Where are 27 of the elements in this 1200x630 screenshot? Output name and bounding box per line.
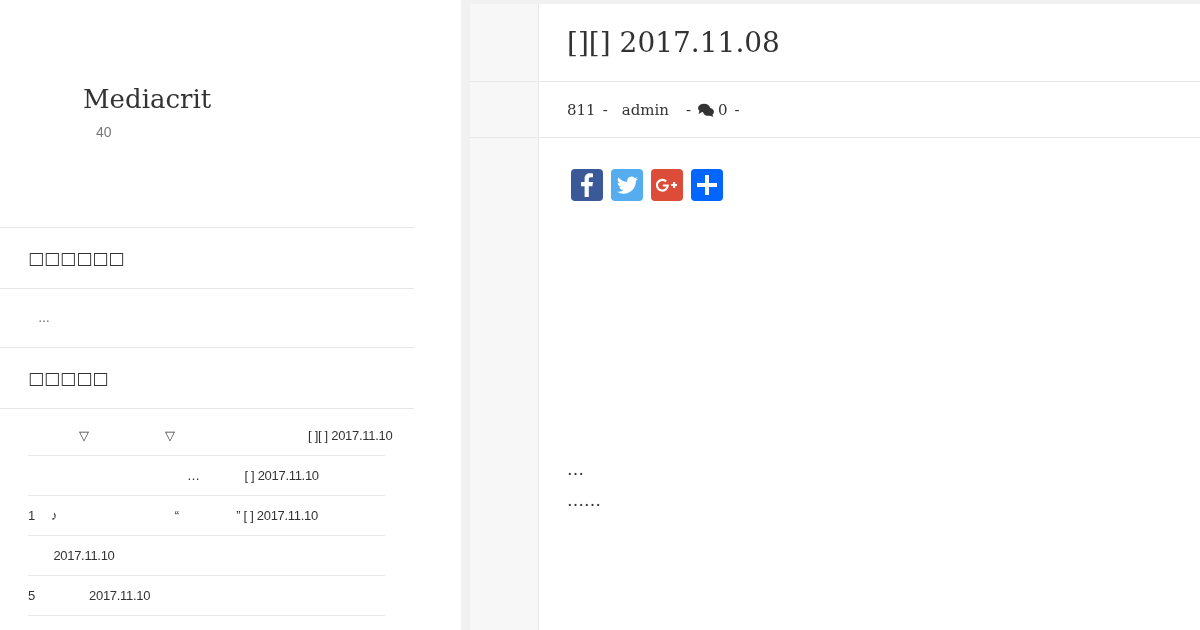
meta-separator: - — [685, 99, 692, 120]
post-paragraph: …… — [567, 489, 601, 512]
widget-text: … — [38, 311, 50, 325]
comment-count: 0 — [718, 99, 728, 120]
post-link[interactable]: 1 ♪ “ ” [ ] 2017.11.10 — [28, 508, 318, 523]
g-plus-icon — [656, 178, 678, 192]
widget-title: □□□□□□ — [28, 248, 125, 268]
letter-f-icon — [581, 173, 593, 197]
post-link[interactable]: … [ ] 2017.11.10 — [28, 468, 319, 483]
post-link[interactable]: ▽ ▽ [ ][ ] 2017.11.10 — [28, 428, 393, 443]
comments-icon — [698, 102, 715, 117]
widget-title: □□□□□ — [28, 368, 109, 388]
view-count: 811 — [567, 99, 596, 120]
post-title: [][] 2017.11.08 — [567, 25, 780, 60]
meta-separator: - — [734, 99, 740, 120]
plus-icon — [697, 175, 717, 195]
share-button[interactable] — [571, 169, 603, 201]
bird-icon — [616, 176, 638, 194]
site-description: 40 — [96, 123, 112, 141]
post-link[interactable]: 5 2017.11.10 — [28, 588, 151, 603]
post-paragraph: … — [567, 458, 584, 481]
share-button[interactable] — [651, 169, 683, 201]
share-button[interactable] — [691, 169, 723, 201]
author-link[interactable]: admin — [621, 99, 669, 120]
site-title[interactable]: Mediacrit — [83, 83, 212, 115]
meta-separator: - — [602, 99, 608, 120]
post-link[interactable]: 2017.11.10 — [28, 548, 115, 563]
